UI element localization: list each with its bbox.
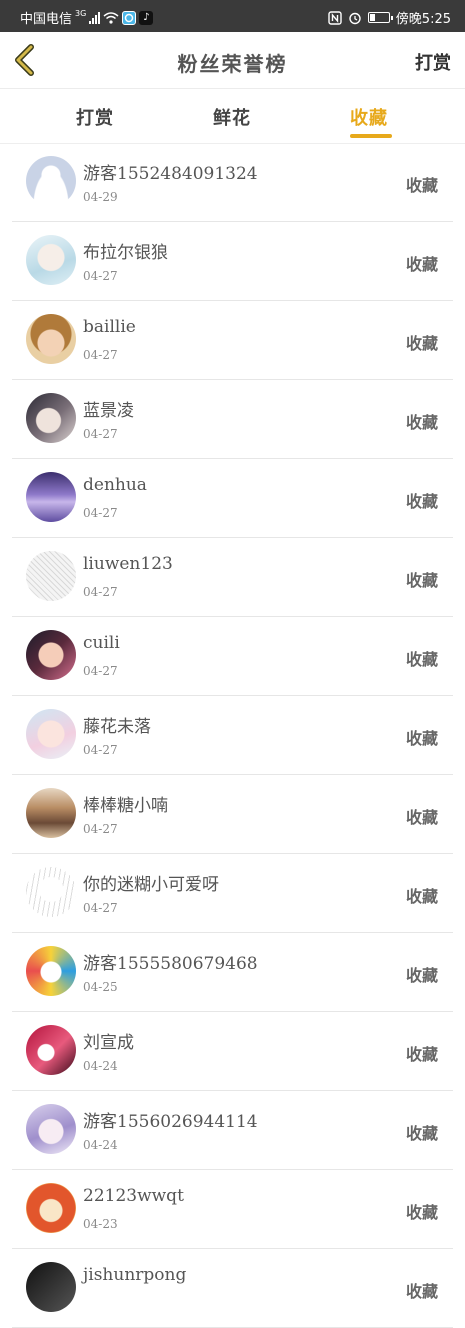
favorite-label[interactable]: 收藏 bbox=[406, 409, 438, 433]
fan-row[interactable]: 你的迷糊小可爱呀 04-27 收藏 bbox=[0, 854, 465, 933]
fan-row[interactable]: 布拉尔银狼 04-27 收藏 bbox=[0, 222, 465, 301]
tip-button[interactable]: 打赏 bbox=[415, 49, 451, 75]
favorite-label[interactable]: 收藏 bbox=[406, 725, 438, 749]
favorite-label[interactable]: 收藏 bbox=[406, 1120, 438, 1144]
fan-row[interactable]: jishunrpong 收藏 bbox=[0, 1249, 465, 1328]
tab-tip[interactable]: 打赏 bbox=[76, 104, 114, 130]
battery-icon bbox=[367, 12, 393, 23]
fan-row[interactable]: 棒棒糖小喃 04-27 收藏 bbox=[0, 775, 465, 854]
favorite-label[interactable]: 收藏 bbox=[406, 1278, 438, 1302]
fan-name: 棒棒糖小喃 bbox=[83, 796, 168, 816]
carrier-label: 中国电信 bbox=[20, 12, 73, 27]
fan-row[interactable]: denhua 04-27 收藏 bbox=[0, 459, 465, 538]
fan-name: 蓝景凌 bbox=[83, 401, 134, 421]
avatar[interactable] bbox=[26, 156, 76, 206]
fan-row[interactable]: 藤花未落 04-27 收藏 bbox=[0, 696, 465, 775]
favorite-label[interactable]: 收藏 bbox=[406, 251, 438, 275]
avatar[interactable] bbox=[26, 867, 76, 917]
favorite-label[interactable]: 收藏 bbox=[406, 804, 438, 828]
fan-row[interactable]: 蓝景凌 04-27 收藏 bbox=[0, 380, 465, 459]
nfc-icon bbox=[328, 10, 342, 25]
avatar[interactable] bbox=[26, 1025, 76, 1075]
fan-name: 布拉尔银狼 bbox=[83, 243, 168, 263]
favorite-label[interactable]: 收藏 bbox=[406, 883, 438, 907]
fan-row[interactable]: 22123wwqt 04-23 收藏 bbox=[0, 1170, 465, 1249]
tab-favorites[interactable]: 收藏 bbox=[350, 104, 388, 130]
fan-date: 04-27 bbox=[83, 427, 118, 441]
fan-name: 你的迷糊小可爱呀 bbox=[83, 875, 219, 895]
fan-name: 游客1556026944114 bbox=[83, 1112, 258, 1132]
fan-name: baillie bbox=[83, 317, 136, 337]
favorite-label[interactable]: 收藏 bbox=[406, 1199, 438, 1223]
page-title: 粉丝荣誉榜 bbox=[177, 52, 288, 76]
status-left: 中国电信 3G ♪ bbox=[20, 8, 154, 27]
avatar[interactable] bbox=[26, 472, 76, 522]
fan-date: 04-27 bbox=[83, 585, 118, 599]
avatar[interactable] bbox=[26, 1183, 76, 1233]
favorite-label[interactable]: 收藏 bbox=[406, 172, 438, 196]
avatar[interactable] bbox=[26, 1104, 76, 1154]
fan-date: 04-25 bbox=[83, 980, 118, 994]
fan-name: 22123wwqt bbox=[83, 1186, 184, 1206]
app-header: 粉丝荣誉榜 打赏 bbox=[0, 32, 465, 89]
fan-row[interactable]: 刘宣成 04-24 收藏 bbox=[0, 1012, 465, 1091]
fan-name: 游客1552484091324 bbox=[83, 164, 258, 184]
fan-date: 04-27 bbox=[83, 822, 118, 836]
fan-name: 藤花未落 bbox=[83, 717, 151, 737]
favorite-label[interactable]: 收藏 bbox=[406, 1041, 438, 1065]
tab-flowers[interactable]: 鲜花 bbox=[213, 104, 251, 130]
fan-date: 04-27 bbox=[83, 506, 118, 520]
tab-bar: 打赏 鲜花 收藏 bbox=[0, 89, 465, 144]
avatar[interactable] bbox=[26, 551, 76, 601]
app-icon bbox=[122, 10, 137, 25]
fan-name: cuili bbox=[83, 633, 120, 653]
favorite-label[interactable]: 收藏 bbox=[406, 567, 438, 591]
tiktok-icon: ♪ bbox=[139, 10, 154, 25]
fan-name: denhua bbox=[83, 475, 147, 495]
signal-icon bbox=[89, 11, 101, 24]
avatar[interactable] bbox=[26, 946, 76, 996]
avatar[interactable] bbox=[26, 393, 76, 443]
clock-label: 傍晚5:25 bbox=[395, 12, 451, 27]
fan-row[interactable]: 游客1556026944114 04-24 收藏 bbox=[0, 1091, 465, 1170]
status-bar: 中国电信 3G ♪ 傍晚5:25 bbox=[0, 0, 465, 32]
fan-date: 04-27 bbox=[83, 743, 118, 757]
fan-date: 04-23 bbox=[83, 1217, 118, 1231]
fan-row[interactable]: 游客1552484091324 04-29 收藏 bbox=[0, 143, 465, 222]
fan-row[interactable]: cuili 04-27 收藏 bbox=[0, 617, 465, 696]
avatar[interactable] bbox=[26, 314, 76, 364]
avatar[interactable] bbox=[26, 788, 76, 838]
avatar[interactable] bbox=[26, 709, 76, 759]
fan-list: 游客1552484091324 04-29 收藏 布拉尔银狼 04-27 收藏 bailli… bbox=[0, 143, 465, 1328]
fan-row[interactable]: 游客1555580679468 04-25 收藏 bbox=[0, 933, 465, 1012]
fan-row[interactable]: liuwen123 04-27 收藏 bbox=[0, 538, 465, 617]
fan-date: 04-24 bbox=[83, 1138, 118, 1152]
avatar[interactable] bbox=[26, 1262, 76, 1312]
fan-row[interactable]: baillie 04-27 收藏 bbox=[0, 301, 465, 380]
status-right: 傍晚5:25 bbox=[328, 8, 451, 27]
fan-name: liuwen123 bbox=[83, 554, 173, 574]
active-tab-indicator bbox=[350, 134, 392, 138]
favorite-label[interactable]: 收藏 bbox=[406, 488, 438, 512]
fan-date: 04-27 bbox=[83, 348, 118, 362]
fan-date: 04-24 bbox=[83, 1059, 118, 1073]
alarm-icon bbox=[349, 12, 361, 24]
favorite-label[interactable]: 收藏 bbox=[406, 646, 438, 670]
fan-name: 游客1555580679468 bbox=[83, 954, 258, 974]
fan-date: 04-27 bbox=[83, 901, 118, 915]
avatar[interactable] bbox=[26, 630, 76, 680]
wifi-icon bbox=[103, 11, 119, 24]
fan-name: jishunrpong bbox=[83, 1265, 187, 1285]
favorite-label[interactable]: 收藏 bbox=[406, 962, 438, 986]
fan-date: 04-29 bbox=[83, 190, 118, 204]
fan-date: 04-27 bbox=[83, 269, 118, 283]
favorite-label[interactable]: 收藏 bbox=[406, 330, 438, 354]
avatar[interactable] bbox=[26, 235, 76, 285]
fan-date: 04-27 bbox=[83, 664, 118, 678]
network-type: 3G bbox=[75, 9, 87, 18]
fan-name: 刘宣成 bbox=[83, 1033, 134, 1053]
